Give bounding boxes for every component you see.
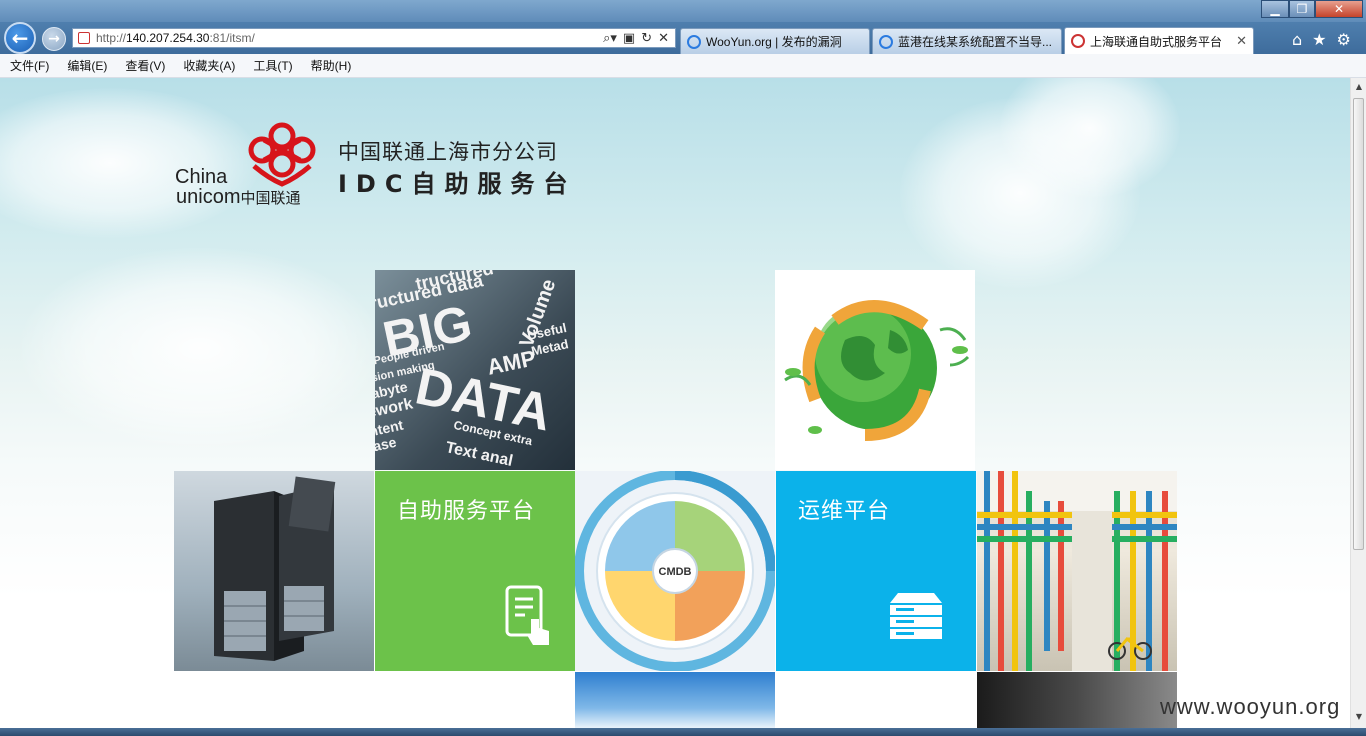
- desktop-taskstrip: [0, 0, 1366, 22]
- menu-bar: 文件(F) 编辑(E) 查看(V) 收藏夹(A) 工具(T) 帮助(H): [0, 54, 1366, 78]
- stop-icon[interactable]: ✕: [658, 31, 669, 46]
- search-icon[interactable]: ⌕▾: [603, 31, 617, 46]
- maximize-icon: ❐: [1296, 2, 1308, 16]
- forward-arrow-icon: →: [48, 31, 60, 47]
- close-tab-icon[interactable]: ✕: [1236, 33, 1253, 49]
- green-globe-image: [775, 270, 975, 470]
- logo-text-china: China: [175, 166, 228, 188]
- site-title: IDC自助服务台: [338, 170, 577, 198]
- address-tools: ⌕▾ ▣ ↻ ✕: [603, 31, 675, 46]
- cloud-decoration: [0, 88, 260, 238]
- ie-icon: [687, 34, 701, 49]
- ops-platform-tile[interactable]: 运维平台: [776, 471, 976, 671]
- menu-favorites[interactable]: 收藏夹(A): [173, 57, 243, 74]
- tab-label: 蓝港在线某系统配置不当导...: [898, 35, 1053, 49]
- menu-tools[interactable]: 工具(T): [243, 57, 300, 74]
- ie-icon: [879, 34, 893, 49]
- url-path: :81/itsm/: [209, 31, 255, 45]
- refresh-icon[interactable]: ↻: [641, 31, 652, 46]
- server-rack-image: [174, 471, 374, 671]
- globe-recycle-icon: [784, 300, 970, 441]
- tab-label: 上海联通自助式服务平台: [1090, 34, 1223, 49]
- forward-button[interactable]: →: [42, 27, 66, 51]
- cmdb-diagram-image: CMDB: [575, 471, 775, 671]
- address-url[interactable]: http://140.207.254.30:81/itsm/: [96, 31, 255, 45]
- cmdb-center-label: CMDB: [659, 566, 692, 578]
- menu-view[interactable]: 查看(V): [115, 57, 173, 74]
- tab-label: WooYun.org | 发布的漏洞: [706, 35, 842, 49]
- datacenter-pipes-icon: [977, 471, 1177, 671]
- sky-image-partial: [575, 672, 775, 728]
- datacenter-pipes-image: [977, 471, 1177, 671]
- browser-right-icons: ⌂ ★ ⚙: [1292, 30, 1351, 49]
- unicom-knot-logo-icon: [248, 122, 316, 187]
- page-favicon-icon: [1071, 34, 1085, 48]
- scroll-up-icon[interactable]: ▲: [1354, 82, 1364, 91]
- url-scheme: http://: [96, 31, 127, 45]
- maximize-button[interactable]: ❐: [1289, 0, 1315, 18]
- compatibility-view-icon[interactable]: ▣: [623, 31, 635, 46]
- back-button[interactable]: ←: [4, 22, 36, 54]
- server-stack-icon: [890, 593, 942, 639]
- businessman-image-partial: [977, 672, 1177, 728]
- logo-unicom-en: unicom: [176, 186, 241, 208]
- cloud-decoration: [20, 248, 380, 448]
- close-window-button[interactable]: ✕: [1315, 0, 1363, 18]
- settings-gear-icon[interactable]: ⚙: [1337, 30, 1351, 49]
- tab-unicom-active[interactable]: 上海联通自助式服务平台 ✕: [1064, 27, 1254, 54]
- menu-edit[interactable]: 编辑(E): [57, 57, 115, 74]
- scroll-down-icon[interactable]: ▼: [1354, 712, 1364, 721]
- menu-help[interactable]: 帮助(H): [301, 57, 360, 74]
- self-service-platform-tile[interactable]: 自助服务平台: [375, 471, 575, 671]
- tab-langang[interactable]: 蓝港在线某系统配置不当导...: [872, 28, 1062, 54]
- vertical-scrollbar[interactable]: ▲ ▼: [1350, 78, 1366, 728]
- logo-unicom-cn: 中国联通: [240, 190, 301, 207]
- close-icon: ✕: [1333, 2, 1345, 16]
- page-favicon-icon: [78, 32, 90, 44]
- favorites-star-icon[interactable]: ★: [1312, 30, 1326, 49]
- server-rack-icon: [214, 476, 336, 661]
- big-data-image: tructured ructured data BIG Volume Usefu…: [375, 270, 575, 470]
- address-bar[interactable]: http://140.207.254.30:81/itsm/ ⌕▾ ▣ ↻ ✕: [72, 28, 676, 48]
- scrollbar-thumb[interactable]: [1353, 98, 1364, 550]
- self-service-platform-label: 自助服务平台: [397, 499, 536, 524]
- url-host: 140.207.254.30: [126, 31, 210, 45]
- wooyun-watermark: www.wooyun.org: [1160, 694, 1341, 719]
- tab-wooyun[interactable]: WooYun.org | 发布的漏洞: [680, 28, 870, 54]
- minimize-button[interactable]: ▁: [1261, 0, 1289, 18]
- cmdb-cycle-diagram: CMDB: [575, 471, 775, 671]
- logo-text-unicom: unicom中国联通: [176, 186, 301, 210]
- tablet-touch-icon: [505, 585, 549, 645]
- back-arrow-icon: ←: [11, 26, 29, 50]
- bigdata-word: Text anal: [444, 439, 515, 470]
- bigdata-word: ase: [375, 433, 398, 455]
- minimize-icon: ▁: [1270, 2, 1280, 16]
- windows-taskbar: [0, 728, 1366, 736]
- home-icon[interactable]: ⌂: [1292, 30, 1302, 49]
- ops-platform-label: 运维平台: [798, 499, 891, 524]
- menu-file[interactable]: 文件(F): [0, 57, 57, 74]
- company-name: 中国联通上海市分公司: [338, 140, 558, 164]
- page-viewport: China unicom中国联通 中国联通上海市分公司 IDC自助服务台 tru…: [0, 78, 1350, 728]
